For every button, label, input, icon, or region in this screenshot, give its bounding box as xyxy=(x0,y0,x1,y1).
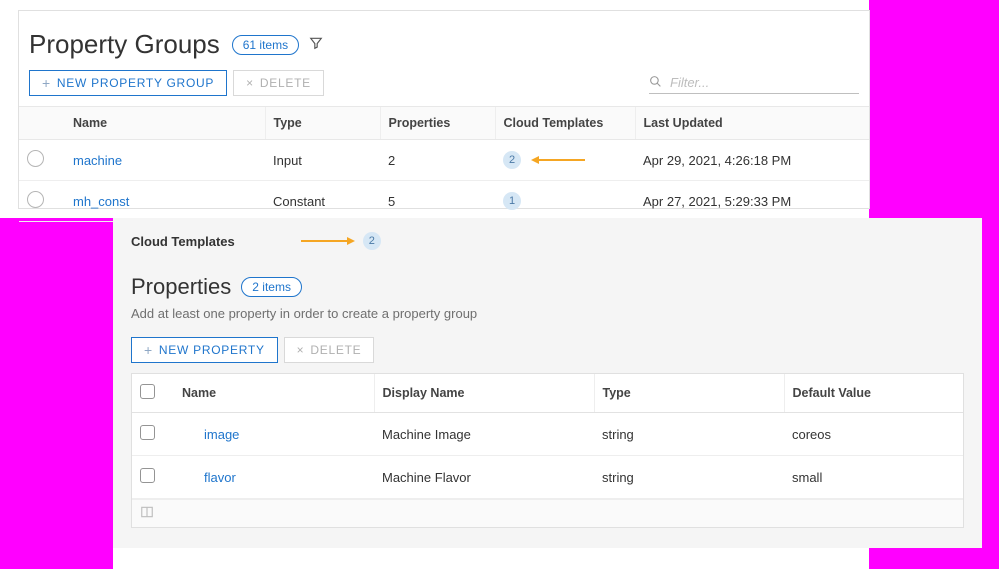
property-display-name: Machine Flavor xyxy=(374,456,594,499)
property-name-link[interactable]: image xyxy=(204,427,239,442)
delete-button: × DELETE xyxy=(233,70,324,96)
page-title: Property Groups xyxy=(29,29,220,60)
property-type: string xyxy=(594,413,784,456)
group-type: Constant xyxy=(265,181,380,222)
arrow-icon xyxy=(301,236,355,246)
table-row[interactable]: machine Input 2 2 Apr 29, 2021, 4:26:18 … xyxy=(19,140,869,181)
pcol-name[interactable]: Name xyxy=(174,374,374,413)
properties-table: Name Display Name Type Default Value ima… xyxy=(132,374,963,499)
filter-input[interactable] xyxy=(668,74,859,91)
properties-title: Properties xyxy=(131,274,231,300)
property-groups-table: Name Type Properties Cloud Templates Las… xyxy=(19,106,869,222)
property-default-value: coreos xyxy=(784,413,963,456)
x-icon: × xyxy=(246,76,254,90)
delete-property-button: × DELETE xyxy=(284,337,375,363)
overlay-left xyxy=(0,218,113,569)
row-checkbox[interactable] xyxy=(140,468,155,483)
pcol-type[interactable]: Type xyxy=(594,374,784,413)
columns-icon[interactable] xyxy=(140,505,154,522)
properties-table-wrap: Name Display Name Type Default Value ima… xyxy=(131,373,964,528)
pcol-display-name[interactable]: Display Name xyxy=(374,374,594,413)
row-radio[interactable] xyxy=(27,191,44,208)
cloud-templates-badge[interactable]: 2 xyxy=(503,151,521,169)
col-properties[interactable]: Properties xyxy=(380,107,495,140)
new-property-label: NEW PROPERTY xyxy=(159,343,265,357)
group-updated: Apr 29, 2021, 4:26:18 PM xyxy=(635,140,869,181)
row-radio[interactable] xyxy=(27,150,44,167)
col-last-updated[interactable]: Last Updated xyxy=(635,107,869,140)
group-type: Input xyxy=(265,140,380,181)
x-icon: × xyxy=(297,343,305,357)
search-icon xyxy=(649,75,662,91)
item-count-pill: 61 items xyxy=(232,35,299,55)
funnel-icon[interactable] xyxy=(309,36,323,53)
group-properties: 2 xyxy=(380,140,495,181)
group-name-link[interactable]: mh_const xyxy=(73,194,129,209)
new-property-group-button[interactable]: + NEW PROPERTY GROUP xyxy=(29,70,227,96)
detail-panel: Cloud Templates 2 Properties 2 items Add… xyxy=(113,218,982,548)
group-updated: Apr 27, 2021, 5:29:33 PM xyxy=(635,181,869,222)
properties-count-pill: 2 items xyxy=(241,277,302,297)
group-name-link[interactable]: machine xyxy=(73,153,122,168)
table-row[interactable]: mh_const Constant 5 1 Apr 27, 2021, 5:29… xyxy=(19,181,869,222)
select-all-checkbox[interactable] xyxy=(140,384,155,399)
row-checkbox[interactable] xyxy=(140,425,155,440)
cloud-templates-label: Cloud Templates xyxy=(131,234,235,249)
cloud-templates-badge[interactable]: 1 xyxy=(503,192,521,210)
table-row[interactable]: image Machine Image string coreos xyxy=(132,413,963,456)
table-footer xyxy=(132,499,963,527)
delete-label: DELETE xyxy=(260,76,311,90)
properties-hint: Add at least one property in order to cr… xyxy=(131,306,964,321)
plus-icon: + xyxy=(144,342,153,358)
filter-input-wrap[interactable] xyxy=(649,72,859,94)
property-type: string xyxy=(594,456,784,499)
cloud-templates-badge[interactable]: 2 xyxy=(363,232,381,250)
arrow-icon xyxy=(531,155,585,165)
property-groups-card: Property Groups 61 items + NEW PROPERTY … xyxy=(18,10,870,209)
col-name[interactable]: Name xyxy=(65,107,265,140)
new-property-button[interactable]: + NEW PROPERTY xyxy=(131,337,278,363)
col-type[interactable]: Type xyxy=(265,107,380,140)
delete-property-label: DELETE xyxy=(310,343,361,357)
property-default-value: small xyxy=(784,456,963,499)
col-cloud-templates[interactable]: Cloud Templates xyxy=(495,107,635,140)
group-properties: 5 xyxy=(380,181,495,222)
pcol-default-value[interactable]: Default Value xyxy=(784,374,963,413)
plus-icon: + xyxy=(42,75,51,91)
property-name-link[interactable]: flavor xyxy=(204,470,236,485)
property-display-name: Machine Image xyxy=(374,413,594,456)
new-property-group-label: NEW PROPERTY GROUP xyxy=(57,76,214,90)
table-row[interactable]: flavor Machine Flavor string small xyxy=(132,456,963,499)
